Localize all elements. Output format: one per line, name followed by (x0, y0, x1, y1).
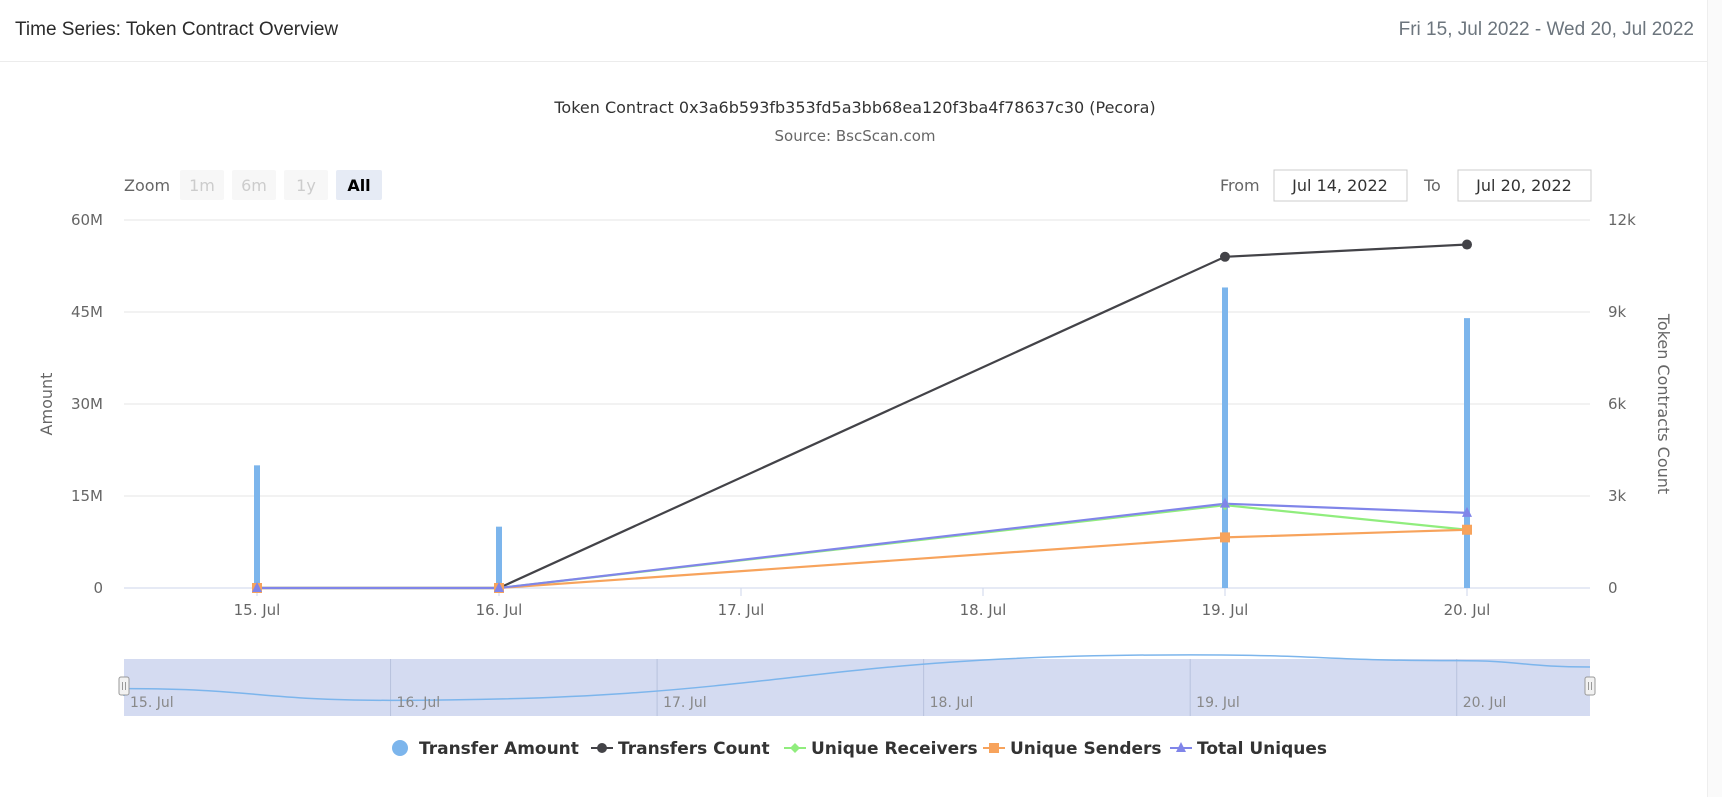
transfer-amount-columns (254, 287, 1470, 588)
legend-item-transfer-amount[interactable]: Transfer Amount (392, 739, 579, 759)
y-axis-left: 0 15M 30M 45M 60M (71, 211, 103, 597)
from-label: From (1220, 176, 1260, 195)
zoom-all-label: All (347, 176, 370, 195)
legend-label: Transfer Amount (419, 739, 579, 759)
x-tick-label: 20. Jul (1444, 601, 1491, 619)
chart-subtitle: Source: BscScan.com (775, 127, 936, 145)
x-tick-label: 19. Jul (1202, 601, 1249, 619)
legend-symbol (790, 743, 800, 753)
navigator-left-handle[interactable] (118, 676, 130, 696)
transfer-amount-bar (1464, 318, 1470, 588)
navigator-label: 15. Jul (130, 695, 174, 711)
navigator-label: 20. Jul (1463, 695, 1507, 711)
transfer-amount-bar (496, 526, 502, 588)
y-axis-right-title: Token Contracts Count (1654, 313, 1673, 494)
transfer-amount-bar (1222, 287, 1228, 588)
y-right-tick-label: 12k (1608, 211, 1636, 229)
y-left-tick-label: 60M (71, 211, 103, 229)
chart: Token Contract 0x3a6b593fb353fd5a3bb68ea… (37, 98, 1673, 759)
navigator[interactable]: 15. Jul 16. Jul 17. Jul 18. Jul 19. Jul 20. J… (118, 654, 1596, 716)
from-date-input[interactable]: Jul 14, 2022 (1273, 169, 1408, 202)
legend-symbol (989, 743, 999, 753)
legend: Transfer Amount Transfers Count Unique Rec… (392, 739, 1327, 759)
zoom-1m-label: 1m (189, 176, 215, 195)
range-selector: Zoom 1m 6m 1y All From Jul 14, 2022 To J… (124, 169, 1592, 202)
chart-title: Token Contract 0x3a6b593fb353fd5a3bb68ea… (553, 98, 1155, 117)
unique-senders-point (1462, 524, 1472, 535)
to-label: To (1423, 176, 1441, 195)
zoom-1y-label: 1y (296, 176, 316, 195)
series-lines (257, 243, 1468, 590)
navigator-right-handle[interactable] (1584, 676, 1596, 696)
y-left-tick-label: 15M (71, 487, 103, 505)
zoom-1m-button[interactable]: 1m (180, 170, 224, 200)
x-tick-label: 15. Jul (234, 601, 281, 619)
total-uniques-point (1220, 497, 1230, 508)
unique-senders-line (257, 528, 1468, 590)
navigator-label: 18. Jul (930, 695, 974, 711)
to-date-input[interactable]: Jul 20, 2022 (1457, 169, 1592, 202)
legend-label: Unique Senders (1010, 739, 1162, 759)
navigator-mask[interactable] (124, 659, 1590, 716)
zoom-1y-button[interactable]: 1y (284, 170, 328, 200)
legend-symbol (597, 743, 607, 753)
zoom-6m-button[interactable]: 6m (232, 170, 276, 200)
legend-item-unique-senders[interactable]: Unique Senders (983, 739, 1162, 759)
x-tick-label: 18. Jul (960, 601, 1007, 619)
legend-symbol (392, 740, 408, 756)
y-left-tick-label: 30M (71, 395, 103, 413)
zoom-all-button[interactable]: All (336, 170, 382, 200)
y-right-tick-label: 6k (1608, 395, 1627, 413)
y-left-tick-label: 45M (71, 303, 103, 321)
y-right-tick-label: 9k (1608, 303, 1627, 321)
y-axis-right: 0 3k 6k 9k 12k (1608, 211, 1636, 597)
x-axis: 15. Jul 16. Jul 17. Jul 18. Jul 19. Jul 20. J… (234, 588, 1491, 619)
zoom-6m-label: 6m (241, 176, 267, 195)
transfer-amount-bar (254, 465, 260, 588)
legend-label: Transfers Count (618, 739, 770, 759)
x-tick-label: 17. Jul (718, 601, 765, 619)
x-tick-label: 16. Jul (476, 601, 523, 619)
total-uniques-line (257, 502, 1468, 590)
legend-item-unique-receivers[interactable]: Unique Receivers (784, 739, 978, 759)
grid-lines (124, 219, 1590, 497)
y-right-tick-label: 3k (1608, 487, 1627, 505)
y-left-tick-label: 0 (93, 579, 103, 597)
y-axis-left-title: Amount (37, 373, 56, 436)
transfers-count-point (1220, 251, 1230, 262)
from-date-value: Jul 14, 2022 (1291, 176, 1388, 195)
transfers-count-point (1462, 239, 1472, 250)
navigator-label: 17. Jul (663, 695, 707, 711)
unique-senders-point (1220, 532, 1230, 543)
legend-label: Unique Receivers (811, 739, 978, 759)
navigator-label: 16. Jul (397, 695, 441, 711)
to-date-value: Jul 20, 2022 (1475, 176, 1572, 195)
zoom-label: Zoom (124, 176, 170, 195)
legend-label: Total Uniques (1197, 739, 1327, 759)
y-right-tick-label: 0 (1608, 579, 1618, 597)
series-markers (252, 239, 1472, 593)
navigator-label: 19. Jul (1196, 695, 1240, 711)
legend-item-transfers-count[interactable]: Transfers Count (591, 739, 770, 759)
legend-item-total-uniques[interactable]: Total Uniques (1170, 739, 1327, 759)
